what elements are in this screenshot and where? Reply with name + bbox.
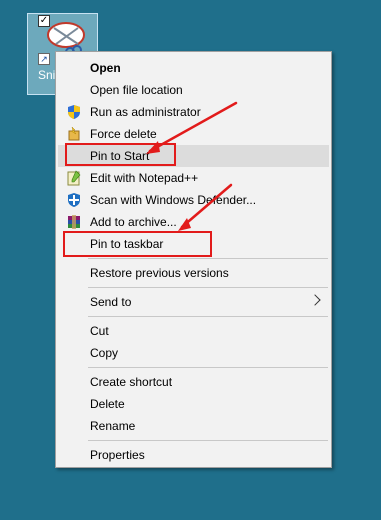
menu-item-label: Force delete: [90, 127, 157, 141]
menu-item-label: Open: [90, 61, 121, 75]
menu-item-label: Create shortcut: [90, 375, 173, 389]
menu-separator: [88, 316, 328, 317]
menu-separator: [88, 258, 328, 259]
menu-item-label: Restore previous versions: [90, 266, 229, 280]
menu-item-label: Copy: [90, 346, 119, 360]
force-delete-icon: [68, 126, 80, 141]
menu-item-send-to[interactable]: Send to: [58, 291, 329, 313]
menu-item-properties[interactable]: Properties: [58, 444, 329, 466]
menu-item-label: Add to archive...: [90, 215, 177, 229]
menu-item-edit-with-notepad-plus-plus[interactable]: Edit with Notepad++: [58, 167, 329, 189]
menu-item-label: Open file location: [90, 83, 183, 97]
menu-item-label: Pin to Start: [90, 149, 150, 163]
menu-item-add-to-archive[interactable]: Add to archive...: [58, 211, 329, 233]
menu-item-delete[interactable]: Delete: [58, 393, 329, 415]
menu-item-label: Properties: [90, 448, 145, 462]
menu-item-create-shortcut[interactable]: Create shortcut: [58, 371, 329, 393]
menu-item-label: Send to: [90, 295, 132, 309]
menu-item-open[interactable]: Open: [58, 57, 329, 79]
shield-icon: [68, 105, 80, 119]
menu-separator: [88, 440, 328, 441]
context-menu: Open Open file location Run as administr…: [55, 51, 332, 468]
menu-separator: [88, 287, 328, 288]
menu-item-label: Scan with Windows Defender...: [90, 193, 257, 207]
menu-item-run-as-administrator[interactable]: Run as administrator: [58, 101, 329, 123]
menu-item-scan-with-windows-defender[interactable]: Scan with Windows Defender...: [58, 189, 329, 211]
menu-item-copy[interactable]: Copy: [58, 342, 329, 364]
winrar-icon: [68, 215, 80, 229]
menu-item-pin-to-start[interactable]: Pin to Start: [58, 145, 329, 167]
menu-item-label: Cut: [90, 324, 109, 338]
menu-item-label: Run as administrator: [90, 105, 201, 119]
menu-item-restore-previous-versions[interactable]: Restore previous versions: [58, 262, 329, 284]
menu-item-open-file-location[interactable]: Open file location: [58, 79, 329, 101]
menu-separator: [88, 367, 328, 368]
menu-item-force-delete[interactable]: Force delete: [58, 123, 329, 145]
menu-item-label: Rename: [90, 419, 136, 433]
defender-icon: [68, 193, 80, 207]
chevron-right-icon: [309, 294, 321, 306]
menu-item-pin-to-taskbar[interactable]: Pin to taskbar: [58, 233, 329, 255]
shortcut-arrow-icon: ↗: [38, 53, 50, 65]
notepad-plus-icon: [67, 170, 81, 186]
menu-item-cut[interactable]: Cut: [58, 320, 329, 342]
menu-item-label: Pin to taskbar: [90, 237, 164, 251]
menu-item-label: Delete: [90, 397, 125, 411]
menu-item-rename[interactable]: Rename: [58, 415, 329, 437]
menu-item-label: Edit with Notepad++: [90, 171, 199, 185]
